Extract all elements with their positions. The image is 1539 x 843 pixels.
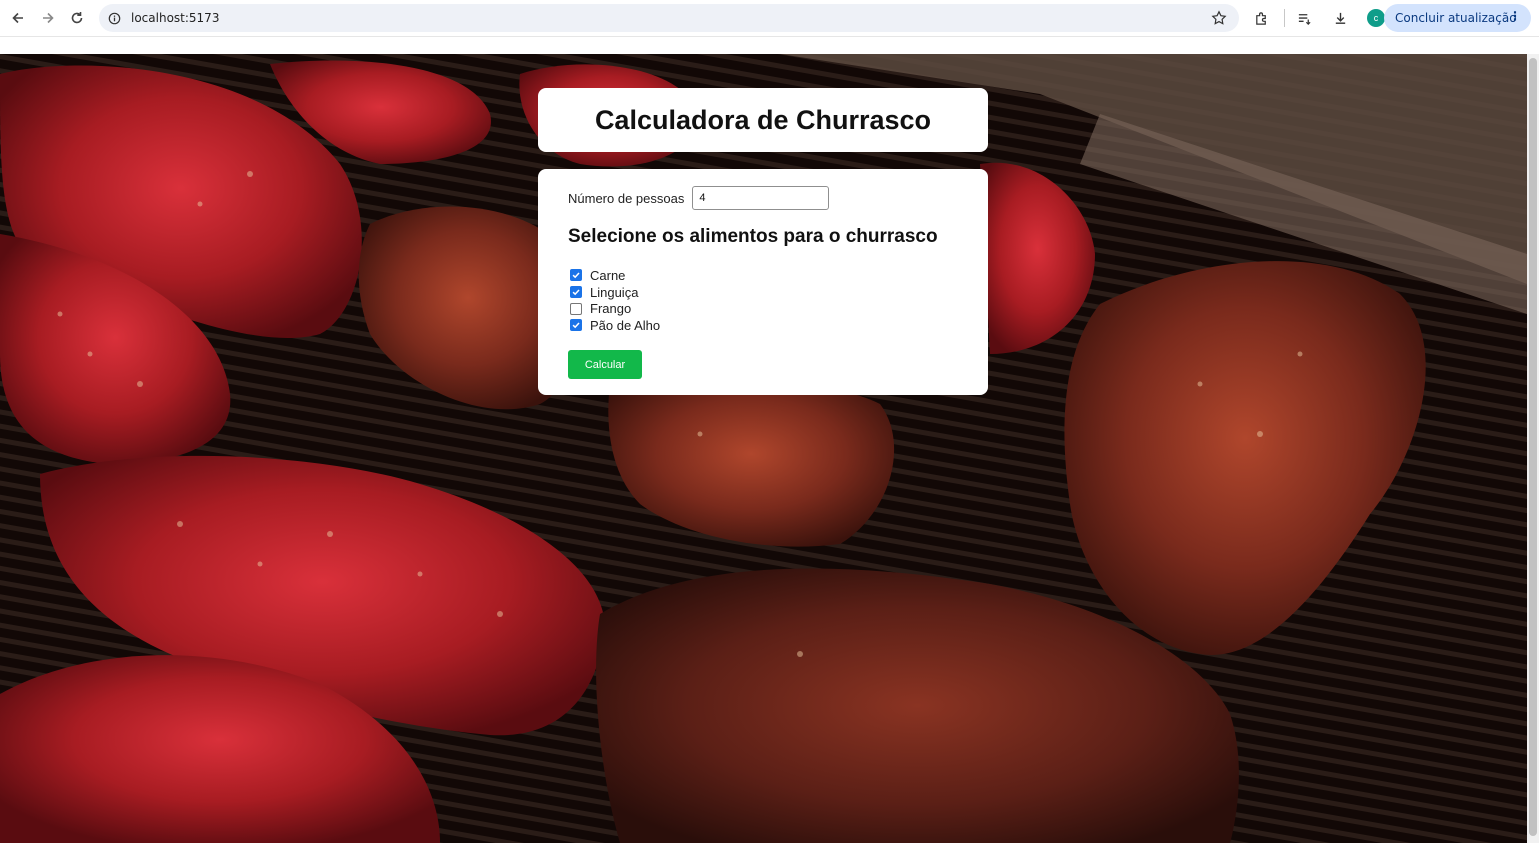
url-text: localhost:5173 (131, 11, 220, 25)
scrollbar-thumb[interactable] (1529, 58, 1537, 836)
food-list: Carne Linguiça Frango Pão de Alho (570, 267, 660, 334)
food-item-pao-de-alho[interactable]: Pão de Alho (570, 317, 660, 334)
forward-icon (43, 12, 54, 24)
menu-icon[interactable]: ⋮ (1509, 9, 1521, 23)
toolbar-icons: c (1248, 4, 1399, 32)
page-scrollbar[interactable] (1527, 54, 1539, 843)
checkbox-carne[interactable] (570, 269, 582, 282)
chrome-separator (0, 36, 1539, 54)
people-input[interactable] (692, 186, 830, 210)
food-label-linguica: Linguiça (590, 284, 639, 300)
people-field-row: Número de pessoas (568, 186, 830, 210)
title-card: Calculadora de Churrasco (538, 88, 988, 152)
food-label-carne: Carne (590, 267, 626, 283)
page-title: Calculadora de Churrasco (594, 104, 932, 135)
reload-button[interactable] (62, 3, 92, 33)
checkbox-linguica[interactable] (570, 286, 582, 299)
profile-avatar: c (1367, 9, 1385, 27)
section-title: Selecione os alimentos para o churrasco (568, 226, 938, 247)
star-icon[interactable] (1211, 10, 1227, 26)
food-item-frango[interactable]: Frango (570, 300, 660, 317)
update-button[interactable]: Concluir atualização ⋮ (1384, 4, 1531, 32)
food-label-frango: Frango (590, 301, 632, 317)
people-label: Número de pessoas (568, 190, 685, 206)
checkbox-frango[interactable] (570, 302, 582, 315)
download-icon[interactable] (1327, 5, 1353, 31)
back-button[interactable] (3, 3, 33, 33)
calculate-button[interactable]: Calcular (568, 350, 642, 379)
update-label: Concluir atualização (1395, 11, 1517, 25)
browser-toolbar: localhost:5173 c Concluir atualização ⋮ (0, 0, 1539, 36)
reload-icon (71, 12, 83, 24)
address-bar[interactable]: localhost:5173 (99, 4, 1239, 32)
food-label-pao-de-alho: Pão de Alho (590, 317, 661, 333)
back-icon (12, 12, 23, 24)
checkbox-pao-de-alho[interactable] (570, 319, 582, 332)
site-info-icon[interactable] (107, 11, 121, 25)
toolbar-divider (1284, 9, 1285, 27)
reading-list-icon[interactable] (1291, 5, 1317, 31)
forward-button[interactable] (33, 3, 63, 33)
extensions-icon[interactable] (1248, 5, 1274, 31)
food-item-carne[interactable]: Carne (570, 267, 660, 284)
calculator-form: Número de pessoas Selecione os alimentos… (538, 169, 988, 395)
food-item-linguica[interactable]: Linguiça (570, 284, 660, 301)
